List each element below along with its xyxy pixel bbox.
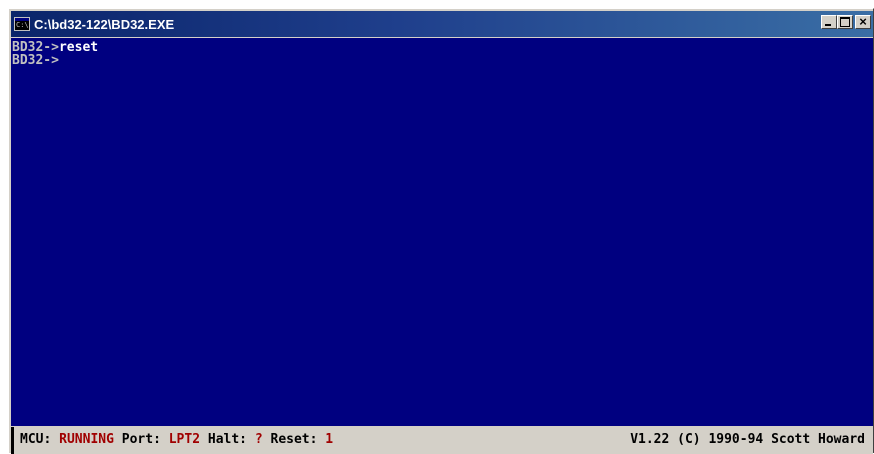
command-text: reset <box>58 40 99 55</box>
version-info: V1.22 (C) 1990-94 Scott Howard <box>630 432 865 447</box>
port-value: LPT2 <box>168 432 201 447</box>
console-line: BD32->reset <box>12 41 873 54</box>
mcu-status-value: RUNNING <box>59 432 114 447</box>
halt-value: ? <box>254 432 263 447</box>
window-controls: × <box>821 15 871 29</box>
halt-label: Halt: <box>207 432 248 447</box>
mcu-label: MCU: <box>20 432 52 447</box>
console-window: C:\ C:\bd32-122\BD32.EXE × BD32->reset B… <box>8 8 874 454</box>
minimize-button[interactable] <box>821 15 837 29</box>
close-button[interactable]: × <box>855 15 871 29</box>
title-bar[interactable]: C:\ C:\bd32-122\BD32.EXE × <box>11 11 873 37</box>
maximize-button[interactable] <box>837 15 853 29</box>
console-app-icon[interactable]: C:\ <box>14 17 30 31</box>
close-icon: × <box>859 14 867 29</box>
prompt: BD32-> <box>12 53 59 68</box>
port-label: Port: <box>121 432 161 447</box>
reset-label: Reset: <box>270 432 318 447</box>
console-line: BD32-> <box>12 54 873 67</box>
console-output[interactable]: BD32->reset BD32-> <box>11 38 873 426</box>
reset-value: 1 <box>325 432 334 447</box>
window-title: C:\bd32-122\BD32.EXE <box>34 16 175 32</box>
status-bar: MCU: RUNNING Port: LPT2 Halt: ? Reset: 1… <box>11 427 873 454</box>
